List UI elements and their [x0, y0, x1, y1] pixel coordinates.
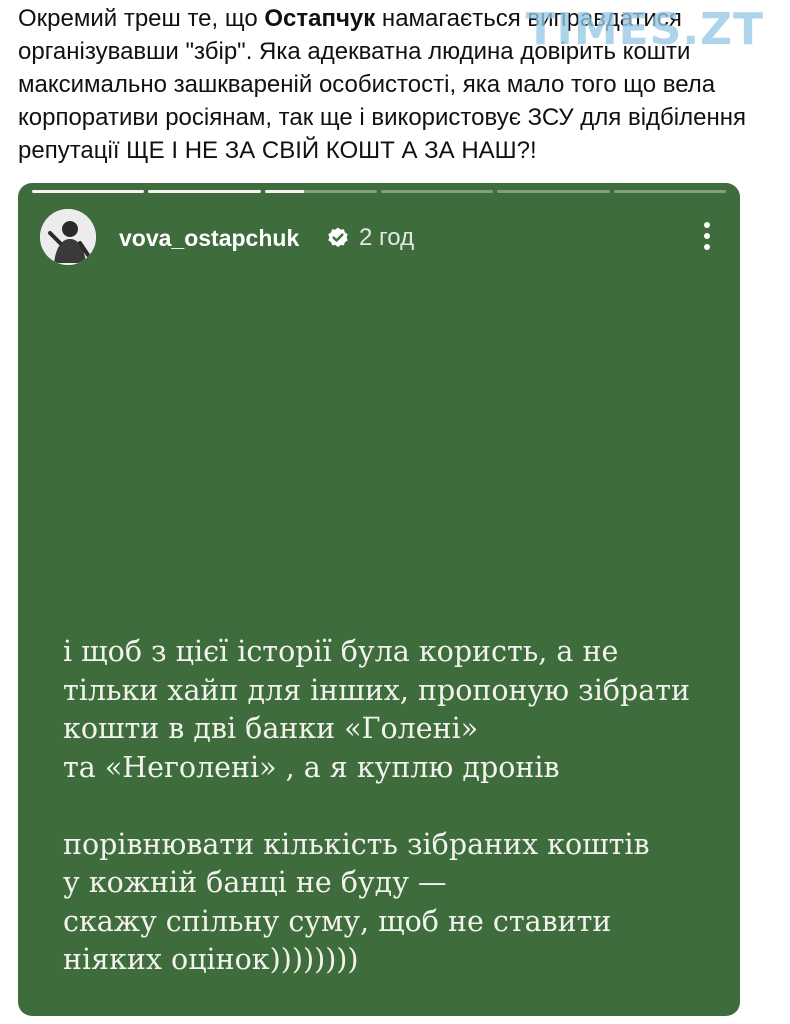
story-line-blank [63, 787, 723, 826]
story-progress-segment [264, 190, 377, 193]
post-text-part: Окремий треш те, що [18, 5, 265, 32]
story-progress-bar [32, 190, 726, 193]
story-progress-segment [148, 190, 261, 193]
story-progress-segment [497, 190, 610, 193]
story-progress-fill [32, 190, 145, 193]
story-progress-fill [264, 190, 304, 193]
story-line: кошти в дві банки «Голені» [63, 712, 479, 745]
story-line: скажу спільну суму, щоб не ставити [63, 904, 612, 938]
story-line: ніяких оцінок)))))))) [63, 943, 359, 976]
story-line: та «Неголені» , а я куплю дронів [63, 750, 560, 784]
story-caption: і щоб з цієї історії була користь, а не … [63, 633, 723, 980]
avatar-photo-icon [40, 209, 96, 265]
post-author-name: Остапчук [264, 5, 376, 32]
more-vertical-icon[interactable] [704, 221, 710, 251]
story-line: і щоб з цієї історії була користь, а не [63, 635, 619, 668]
site-watermark: TIMES.ZT [525, 4, 764, 55]
story-time: 2 год [359, 224, 415, 251]
verified-check-icon [328, 227, 348, 248]
story-progress-segment [613, 190, 726, 193]
story-line: порівнювати кількість зібраних коштів [63, 827, 650, 861]
avatar[interactable] [40, 209, 96, 265]
story-line: тільки хайп для інших, пропоную зібрати [63, 673, 690, 707]
story-progress-fill [148, 190, 261, 193]
story-line: у кожній банці не буду — [63, 866, 447, 899]
story-progress-segment [32, 190, 145, 193]
story-username[interactable]: vova_ostapchuk [119, 225, 299, 252]
story-card[interactable]: vova_ostapchuk 2 год і щоб з цієї історі… [18, 183, 740, 1016]
story-progress-segment [380, 190, 494, 193]
